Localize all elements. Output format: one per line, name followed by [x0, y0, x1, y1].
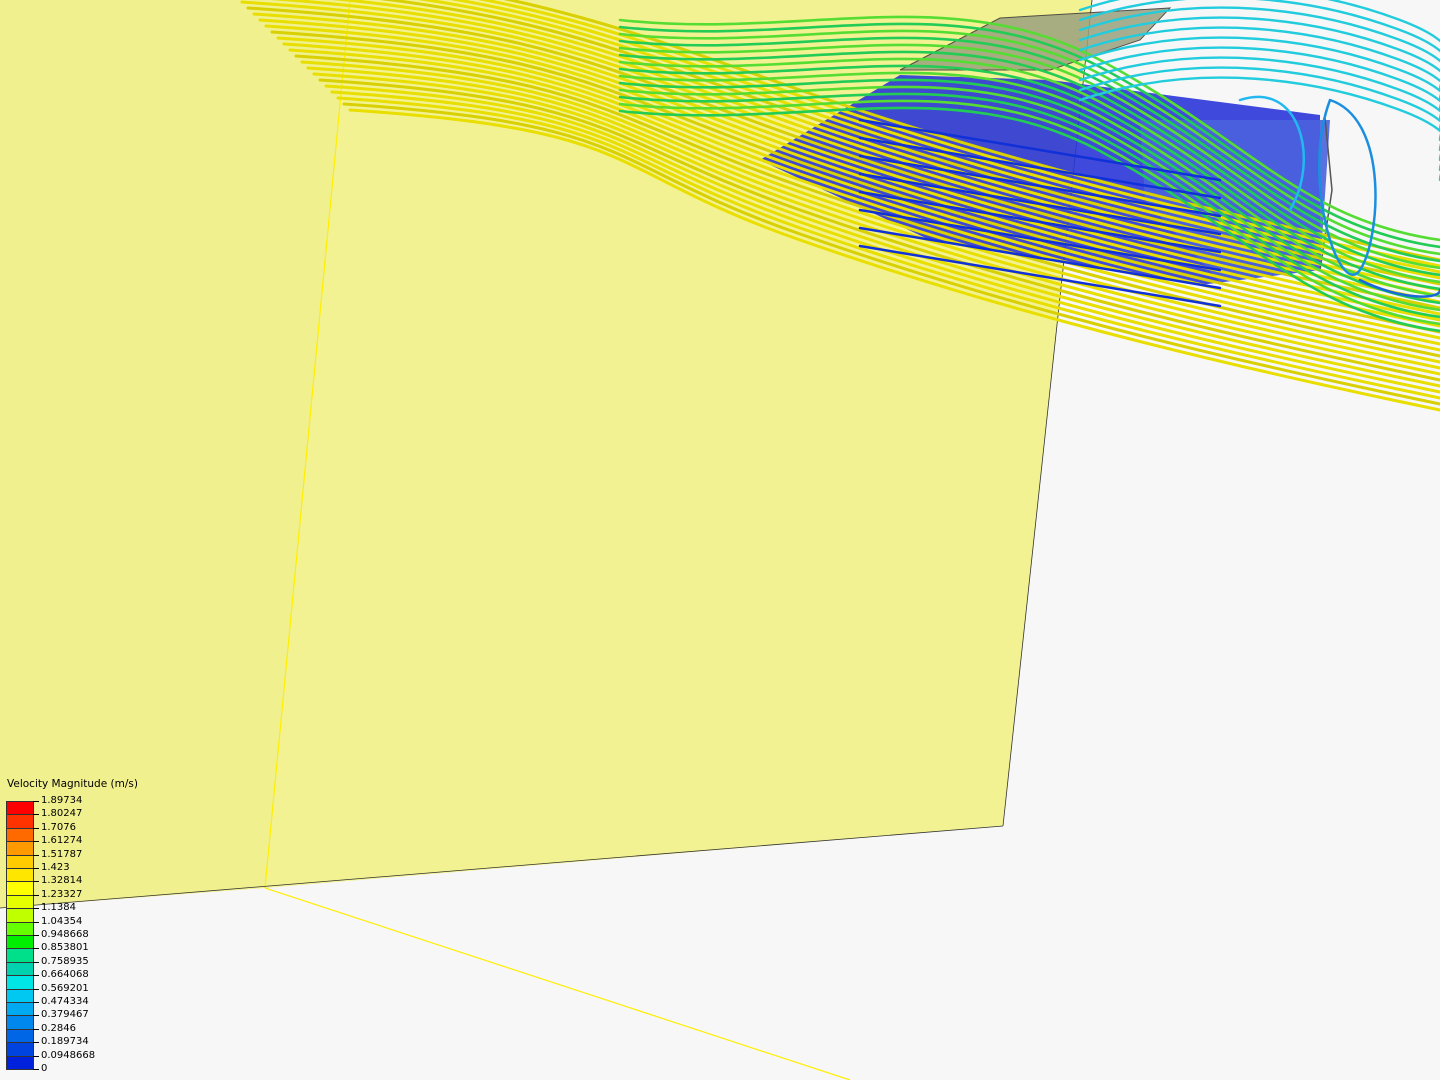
- legend-tick-label: 1.51787: [41, 848, 83, 860]
- legend-swatch: [6, 881, 34, 895]
- legend-tick-label: 0.664068: [41, 969, 89, 981]
- legend-swatch: [6, 1055, 34, 1070]
- legend-tick: [33, 988, 39, 990]
- legend-swatch: [6, 961, 34, 976]
- legend-tick-label: 1.61274: [41, 835, 83, 847]
- legend-tick: [33, 827, 39, 829]
- legend-tick-label: 0.948668: [41, 929, 89, 940]
- legend-tick: [33, 908, 39, 910]
- legend-tick: [33, 1069, 39, 1070]
- legend-tick-label: 0.474334: [41, 996, 89, 1007]
- legend-swatch: [6, 894, 34, 909]
- legend-tick: [33, 961, 39, 963]
- legend-swatch: [6, 841, 34, 855]
- legend-tick: [33, 921, 39, 923]
- legend-tick: [33, 1028, 39, 1030]
- legend-tick: [33, 841, 39, 843]
- cfd-scene[interactable]: [0, 0, 1440, 1080]
- legend-tick-label: 1.80247: [41, 808, 83, 820]
- legend-swatch: [6, 975, 34, 989]
- legend-swatch: [6, 948, 34, 962]
- legend-swatch: [6, 1002, 34, 1016]
- legend-tick-label: 1.32814: [41, 875, 83, 887]
- 3d-viewport[interactable]: Velocity Magnitude (m/s) 1.89734 1.80247 1…: [0, 0, 1440, 1080]
- legend-swatch: [6, 814, 34, 828]
- legend-tick: [33, 814, 39, 816]
- legend-swatch: [6, 1028, 34, 1043]
- legend-swatch: [6, 1042, 34, 1056]
- legend-tick: [33, 894, 39, 896]
- legend-color-bar: [6, 801, 34, 1070]
- legend-tick-label: 0.853801: [41, 942, 89, 954]
- legend-tick: [33, 975, 39, 977]
- legend-tick-label: 0.2846: [41, 1022, 76, 1034]
- legend-tick-label: 1.423: [41, 862, 70, 873]
- legend-tick-label: 1.1384: [41, 902, 76, 914]
- legend-tick-label: 1.04354: [41, 915, 83, 927]
- legend-tick-label: 0.0948668: [41, 1049, 96, 1061]
- legend-swatch: [6, 908, 34, 922]
- legend-swatch: [6, 801, 34, 815]
- legend-tick: [33, 1015, 39, 1017]
- legend-title: Velocity Magnitude (m/s): [7, 778, 138, 790]
- velocity-legend: Velocity Magnitude (m/s) 1.89734 1.80247 1…: [6, 778, 186, 1078]
- legend-tick: [33, 1042, 39, 1044]
- legend-tick-label: 1.23327: [41, 888, 83, 900]
- legend-tick: [33, 1055, 39, 1057]
- legend-tick-label: 0: [41, 1063, 48, 1074]
- legend-swatch: [6, 827, 34, 842]
- legend-tick-label: 0.569201: [41, 982, 89, 994]
- legend-tick-label: 0.189734: [41, 1036, 89, 1048]
- legend-swatch: [6, 921, 34, 935]
- legend-tick: [33, 948, 39, 950]
- legend-tick: [33, 935, 39, 936]
- legend-tick: [33, 801, 39, 802]
- legend-tick-label: 0.379467: [41, 1009, 89, 1021]
- legend-tick: [33, 881, 39, 883]
- legend-swatch: [6, 854, 34, 868]
- legend-tick: [33, 868, 39, 869]
- legend-tick-label: 1.89734: [41, 795, 83, 806]
- legend-swatch: [6, 1015, 34, 1029]
- legend-tick-label: 1.7076: [41, 821, 76, 833]
- legend-swatch: [6, 868, 34, 882]
- legend-swatch: [6, 935, 34, 949]
- legend-swatch: [6, 988, 34, 1002]
- legend-tick-label: 0.758935: [41, 955, 89, 967]
- legend-tick: [33, 1002, 39, 1003]
- legend-tick: [33, 854, 39, 856]
